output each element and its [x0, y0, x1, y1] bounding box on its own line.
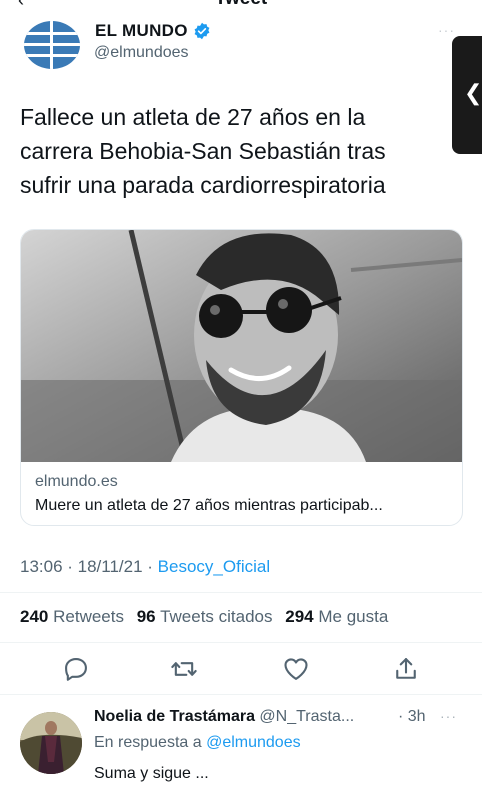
el-mundo-logo — [24, 21, 80, 69]
reply-mention-link[interactable]: @elmundoes — [206, 734, 301, 751]
engagement-stats: 240 Retweets 96 Tweets citados 294 Me gu… — [20, 607, 388, 627]
like-icon[interactable] — [282, 655, 310, 683]
retweet-icon[interactable] — [170, 655, 198, 683]
tweet-timestamp: 13:06 · 18/11/21 · — [20, 557, 158, 576]
reply-header: Noelia de Trastámara @N_Trasta... — [94, 708, 354, 726]
quotes-count: 96 — [136, 607, 156, 626]
retweets-stat[interactable]: 240 Retweets — [20, 607, 124, 626]
likes-stat[interactable]: 294 Me gusta — [285, 607, 388, 626]
reply-text: Suma y sigue ... — [94, 765, 209, 782]
card-domain: elmundo.es — [35, 473, 118, 490]
author-avatar[interactable] — [24, 21, 80, 69]
likes-count: 294 — [285, 607, 314, 626]
action-bar — [0, 655, 482, 685]
likes-label: Me gusta — [318, 607, 389, 626]
quotes-stat[interactable]: 96 Tweets citados — [137, 607, 273, 626]
link-card[interactable]: elmundo.es Muere un atleta de 27 años mi… — [20, 229, 463, 526]
divider — [0, 694, 482, 695]
reply-icon[interactable] — [62, 655, 90, 683]
reply-author-name[interactable]: Noelia de Trastámara — [94, 708, 255, 725]
reply-author-handle[interactable]: @N_Trasta... — [259, 708, 354, 725]
tweet-meta: 13:06 · 18/11/21 · Besocy_Oficial — [20, 557, 270, 577]
more-options-icon[interactable]: ··· — [438, 22, 455, 38]
quotes-label: Tweets citados — [160, 607, 273, 626]
retweets-count: 240 — [20, 607, 49, 626]
author-name[interactable]: EL MUNDO — [95, 21, 188, 41]
retweets-label: Retweets — [53, 607, 124, 626]
divider — [0, 592, 482, 593]
share-icon[interactable] — [392, 655, 420, 683]
tweet-source-link[interactable]: Besocy_Oficial — [158, 557, 270, 576]
reply-more-options-icon[interactable]: ··· — [440, 708, 457, 724]
top-bar: ‹ Tweet — [0, 0, 482, 10]
reply-time: · 3h — [398, 708, 426, 725]
reply-avatar-photo — [20, 712, 82, 774]
page-title: Tweet — [0, 0, 482, 10]
expand-arrow-icon: ❮ — [464, 80, 482, 105]
side-panel-tab[interactable]: ❮ — [452, 36, 482, 154]
divider — [0, 642, 482, 643]
card-title: Muere un atleta de 27 años mientras part… — [35, 497, 383, 514]
tweet-text: Fallece un atleta de 27 años en la carre… — [20, 104, 386, 198]
card-photo — [21, 230, 462, 462]
reply-context: En respuesta a @elmundoes — [94, 734, 301, 752]
verified-badge-icon — [194, 22, 210, 40]
author-handle[interactable]: @elmundoes — [94, 44, 189, 62]
reply-avatar[interactable] — [20, 712, 82, 774]
reply-context-prefix: En respuesta a — [94, 734, 207, 751]
